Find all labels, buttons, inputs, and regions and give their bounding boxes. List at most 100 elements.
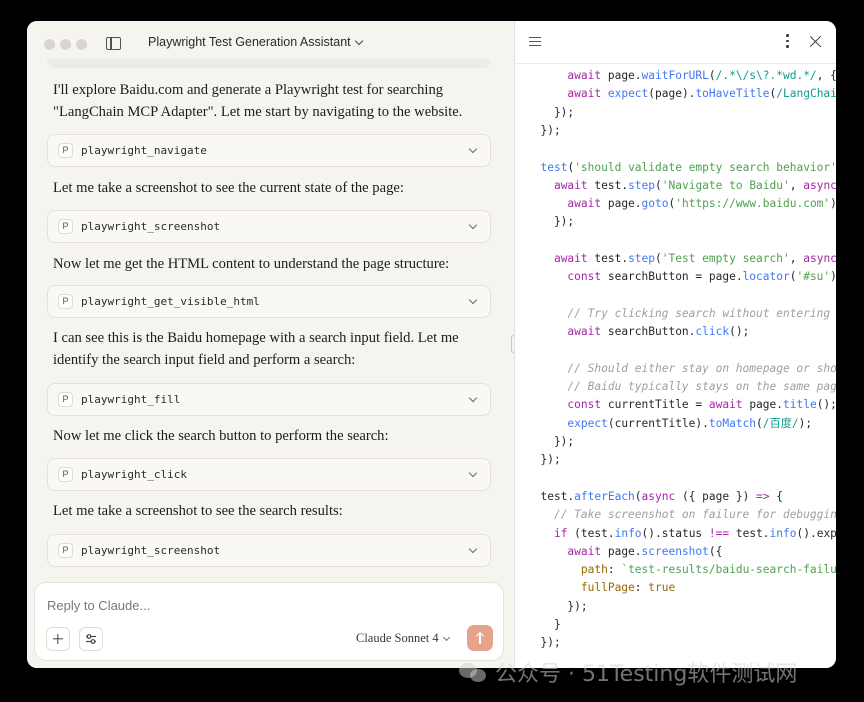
chevron-down-icon: [468, 468, 478, 478]
code-token: });: [527, 453, 561, 467]
tool-badge: P: [58, 294, 73, 309]
code-token: // Try clicking search without entering …: [567, 306, 836, 320]
code-token: ,: [789, 252, 804, 265]
tool-call-playwright-screenshot[interactable]: Pplaywright_screenshot: [47, 210, 491, 243]
send-button[interactable]: [467, 625, 493, 651]
list-icon[interactable]: [529, 37, 541, 47]
code-token: ();: [816, 398, 836, 412]
code-token: test.: [729, 526, 770, 540]
code-token: /.*\/s\?.*wd.*/: [715, 69, 817, 82]
tool-name: playwright_navigate: [81, 144, 207, 157]
code-token: :: [634, 581, 649, 595]
assistant-message: Let me take a screenshot to see the curr…: [53, 180, 404, 196]
sliders-icon: [86, 634, 96, 644]
code-token: click: [695, 325, 730, 339]
code-token: ().status: [641, 526, 709, 540]
code-token: });: [527, 435, 575, 448]
code-token: );: [830, 197, 836, 210]
code-token: });: [527, 599, 588, 613]
close-icon[interactable]: [809, 35, 822, 48]
code-line: await page.waitForURL(/.*\/s\?.*wd.*/, {…: [527, 67, 836, 85]
watermark: 公众号 · 51Testing软件测试网: [459, 656, 797, 688]
code-token: });: [527, 215, 575, 229]
conversation-title-dropdown[interactable]: Playwright Test Generation Assistant: [148, 35, 363, 49]
window-zoom-dot[interactable]: [76, 39, 87, 50]
code-token: !==: [708, 526, 730, 540]
code-token: test.: [587, 178, 629, 192]
code-token: });: [527, 105, 575, 119]
code-token: afterEach: [574, 489, 635, 503]
artifact-pane: await page.waitForURL(/.*\/s\?.*wd.*/, {…: [514, 21, 836, 668]
code-line: await test.step('Navigate to Baidu', asy…: [527, 177, 836, 195]
code-token: await: [553, 178, 588, 192]
code-token: currentTitle =: [601, 398, 709, 412]
tool-call-playwright-click[interactable]: Pplaywright_click: [47, 458, 491, 491]
code-token: );: [798, 416, 813, 430]
code-token: await: [567, 544, 602, 558]
code-token: {: [769, 489, 784, 503]
tool-call-playwright-fill[interactable]: Pplaywright_fill: [47, 383, 491, 416]
code-line: });: [527, 104, 574, 122]
code-line: // Try clicking search without entering …: [527, 305, 836, 323]
code-token: (: [655, 178, 662, 192]
add-button[interactable]: [46, 627, 70, 651]
tool-call-playwright-navigate[interactable]: Pplaywright_navigate: [47, 134, 491, 167]
code-token: 'Test empty search': [661, 252, 790, 265]
code-token: test.: [587, 252, 629, 265]
chevron-down-icon: [442, 633, 450, 641]
code-token: toMatch: [708, 416, 757, 430]
app-window: Playwright Test Generation Assistant I'l…: [27, 21, 836, 668]
reply-input[interactable]: Reply to Claude...: [47, 598, 150, 613]
tool-name: playwright_screenshot: [81, 544, 221, 557]
model-selector[interactable]: Claude Sonnet 4: [356, 631, 450, 646]
window-minimize-dot[interactable]: [60, 39, 71, 50]
wechat-icon: [459, 661, 489, 683]
code-line: }: [527, 616, 561, 634]
assistant-message: I can see this is the Baidu homepage wit…: [53, 330, 459, 368]
code-line: const currentTitle = await page.title();: [527, 396, 836, 414]
code-token: toHaveTitle: [695, 87, 770, 101]
code-token: ();: [729, 325, 750, 339]
code-token: '#su': [796, 270, 831, 284]
code-token: (: [634, 489, 642, 503]
code-token: ,: [789, 178, 804, 192]
tool-call-playwright-get-visible-html[interactable]: Pplaywright_get_visible_html: [47, 285, 491, 318]
code-token: (: [655, 252, 662, 265]
assistant-message: Now let me click the search button to pe…: [53, 428, 389, 444]
tools-button[interactable]: [79, 627, 103, 651]
code-token: locator: [742, 270, 790, 284]
code-token: goto: [641, 197, 669, 211]
code-token: // Baidu typically stays on the same pag…: [567, 380, 836, 394]
code-token: await: [567, 69, 602, 82]
code-token: info: [614, 526, 642, 540]
code-token: fullPage: [580, 581, 635, 595]
code-line: });: [527, 433, 574, 451]
tool-name: playwright_fill: [81, 393, 181, 406]
code-token: =>: [756, 489, 770, 503]
code-token: }: [527, 618, 561, 631]
tool-name: playwright_get_visible_html: [81, 295, 260, 308]
code-line: // Baidu typically stays on the same pag…: [527, 378, 836, 396]
tool-call-playwright-screenshot[interactable]: Pplaywright_screenshot: [47, 534, 491, 567]
kebab-icon[interactable]: [785, 34, 789, 48]
code-token: `test-results/baidu-search-failure: [621, 563, 836, 577]
code-token: 'should validate empty search behavior': [574, 160, 836, 174]
code-token: :: [607, 563, 622, 577]
window-close-dot[interactable]: [44, 39, 55, 50]
code-line: });: [527, 634, 560, 652]
code-line: await page.goto('https://www.baidu.com')…: [527, 195, 836, 213]
code-token: const: [567, 270, 602, 284]
sidebar-toggle-icon[interactable]: [106, 37, 121, 50]
tool-badge: P: [58, 392, 73, 407]
code-token: (: [708, 69, 716, 82]
code-token: page.: [742, 398, 783, 412]
model-name: Claude Sonnet 4: [356, 631, 439, 645]
code-token: async: [803, 178, 836, 192]
